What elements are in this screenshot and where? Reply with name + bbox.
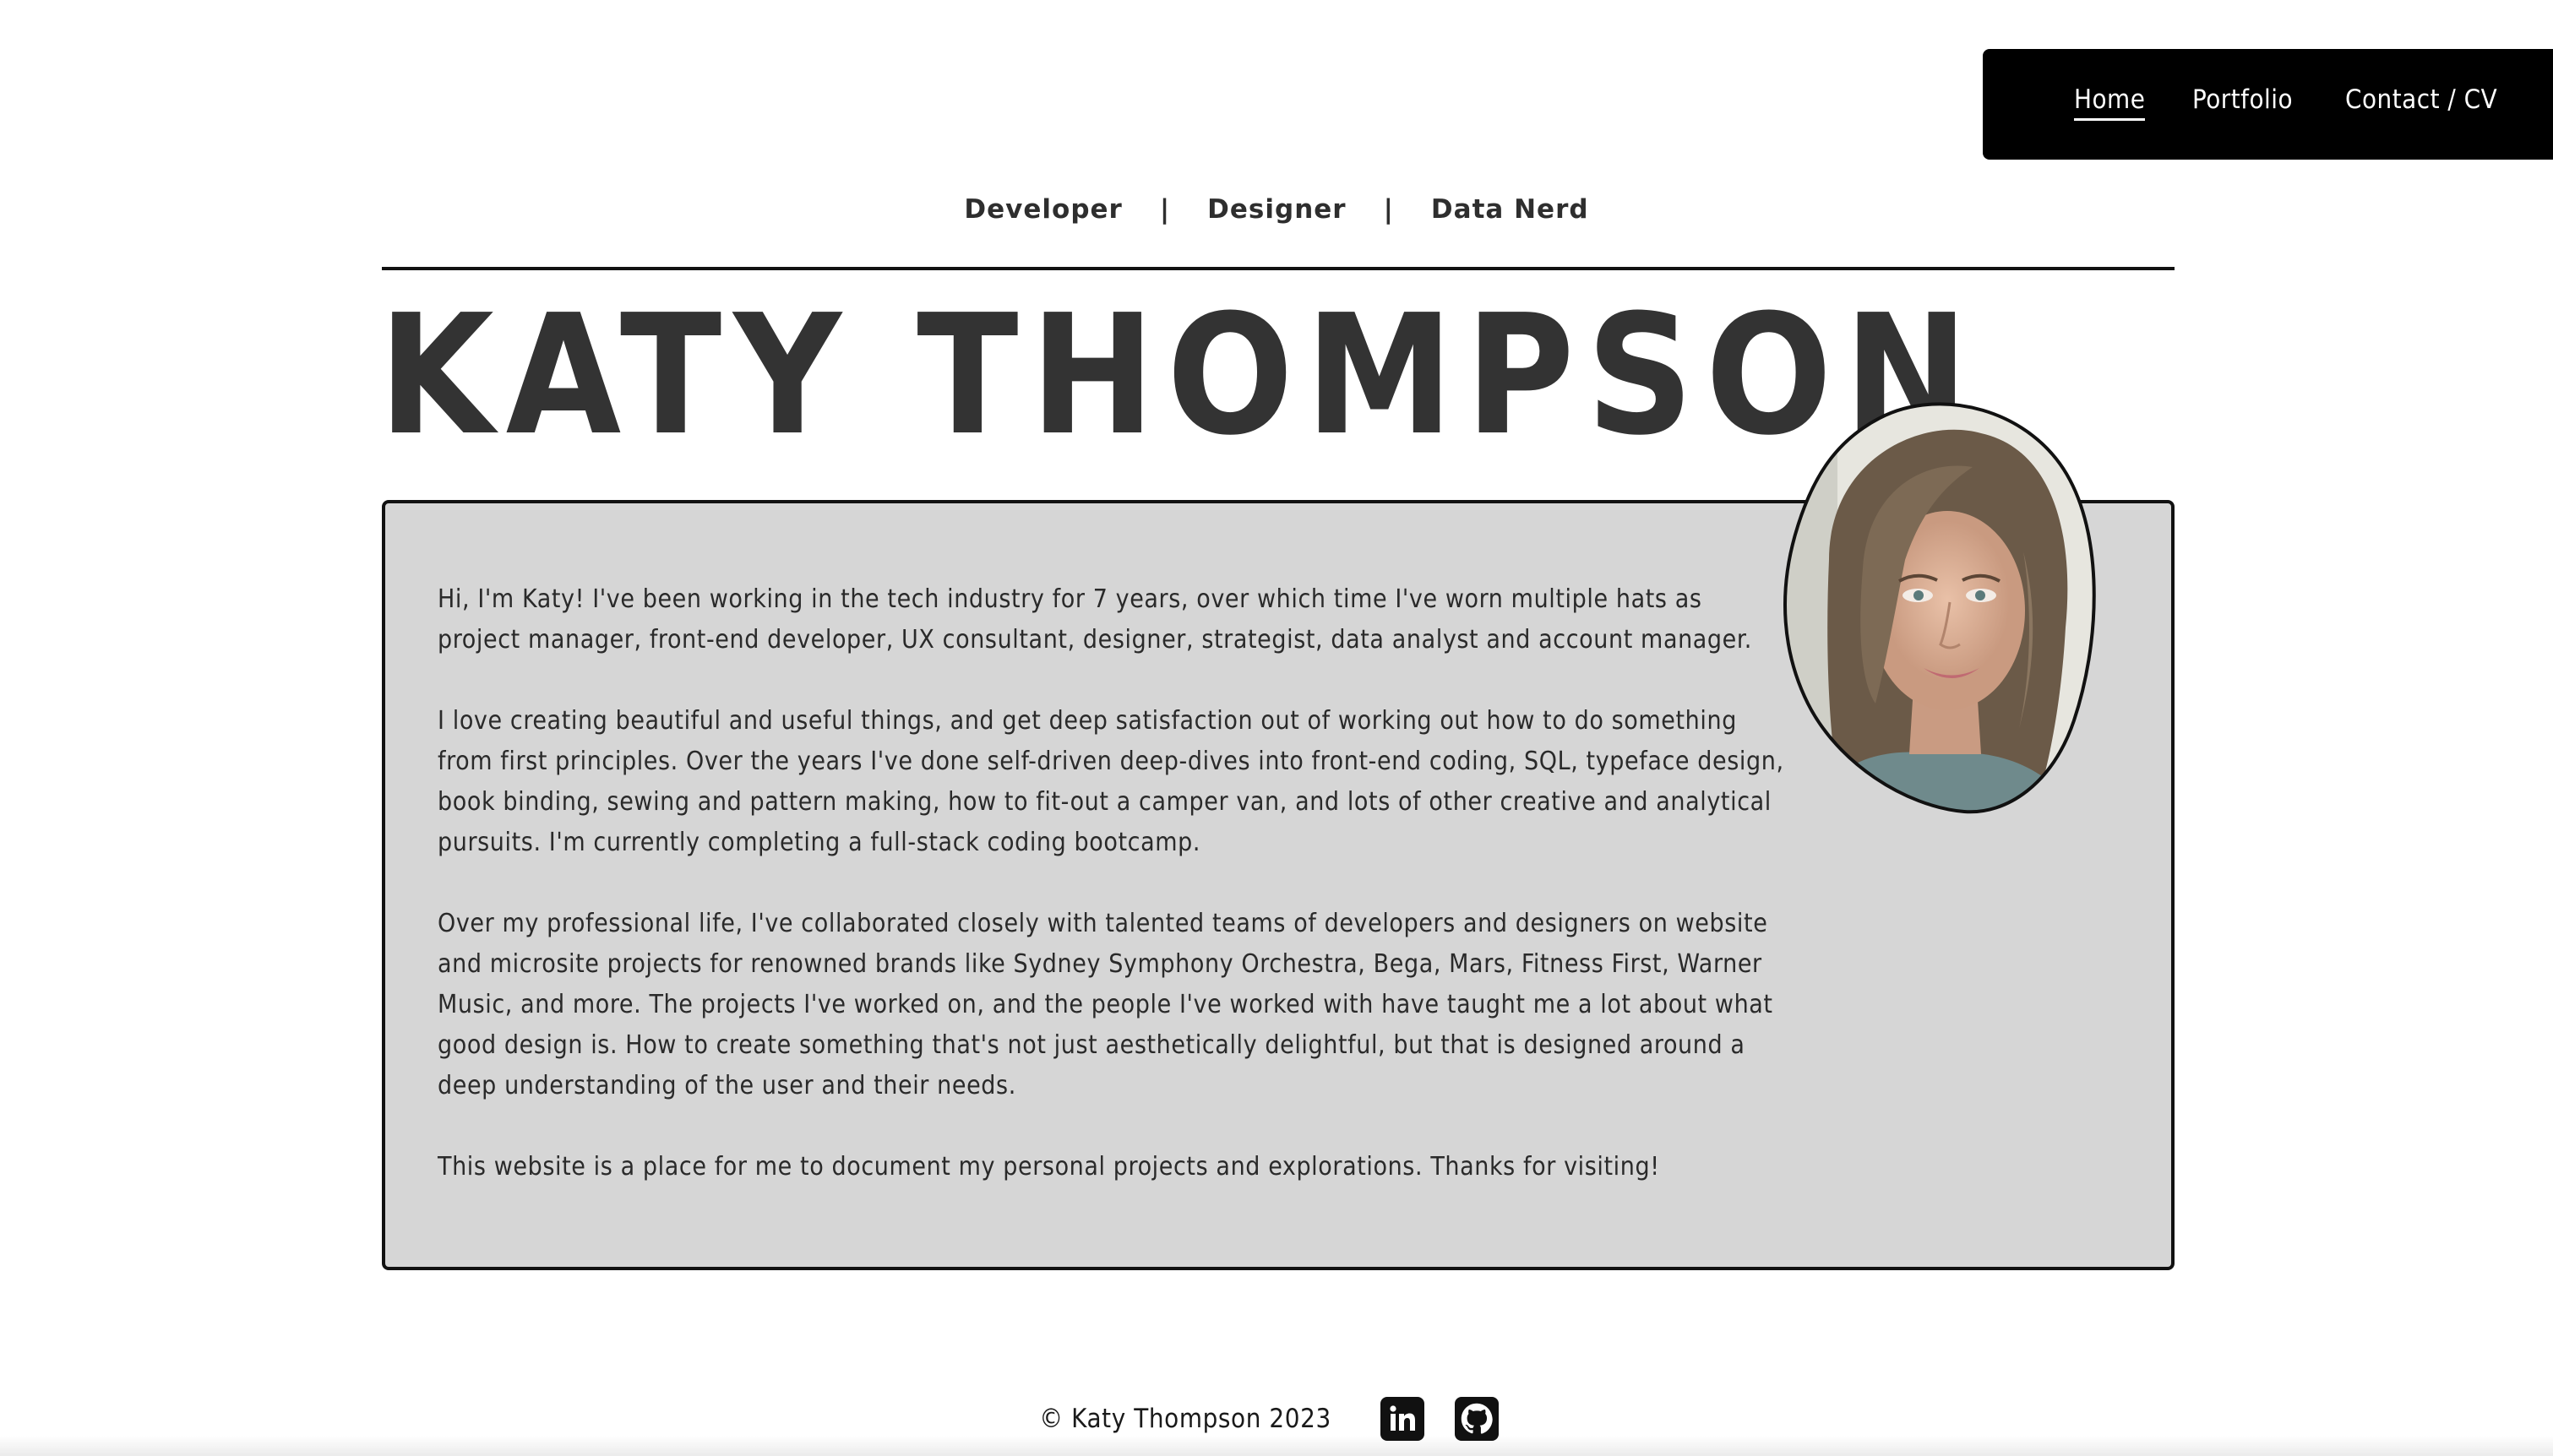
linkedin-icon[interactable] <box>1380 1397 1424 1441</box>
role-data-nerd: Data Nerd <box>1430 194 1589 225</box>
page-title: KATY THOMPSON <box>378 280 1981 472</box>
nav-home-link[interactable]: Home <box>2074 83 2146 121</box>
bio-text: Hi, I'm Katy! I've been working in the t… <box>438 579 1789 1228</box>
bio-paragraph: This website is a place for me to docume… <box>438 1152 1660 1182</box>
bottom-shadow <box>0 1436 2553 1456</box>
page: Home Portfolio Contact / CV Developer | … <box>0 0 2553 1456</box>
nav-portfolio-link[interactable]: Portfolio <box>2192 83 2293 117</box>
nav-contact-cv-link[interactable]: Contact / CV <box>2345 83 2497 117</box>
github-icon[interactable] <box>1454 1397 1499 1441</box>
copyright-text: © Katy Thompson 2023 <box>1039 1404 1331 1434</box>
bio-paragraph: Hi, I'm Katy! I've been working in the t… <box>438 584 1752 655</box>
portrait-photo <box>1783 402 2096 814</box>
header-divider <box>382 267 2175 270</box>
role-separator: | <box>1383 194 1394 225</box>
role-separator: | <box>1159 194 1171 225</box>
linkedin-glyph <box>1390 1405 1415 1431</box>
top-navigation: Home Portfolio Contact / CV <box>1983 49 2553 160</box>
role-designer: Designer <box>1207 194 1347 225</box>
bio-paragraph: Over my professional life, I've collabor… <box>438 909 1773 1100</box>
roles-tagline: Developer | Designer | Data Nerd <box>0 194 2553 225</box>
role-developer: Developer <box>964 194 1123 225</box>
github-glyph <box>1461 1403 1493 1434</box>
bio-paragraph: I love creating beautiful and useful thi… <box>438 706 1784 857</box>
